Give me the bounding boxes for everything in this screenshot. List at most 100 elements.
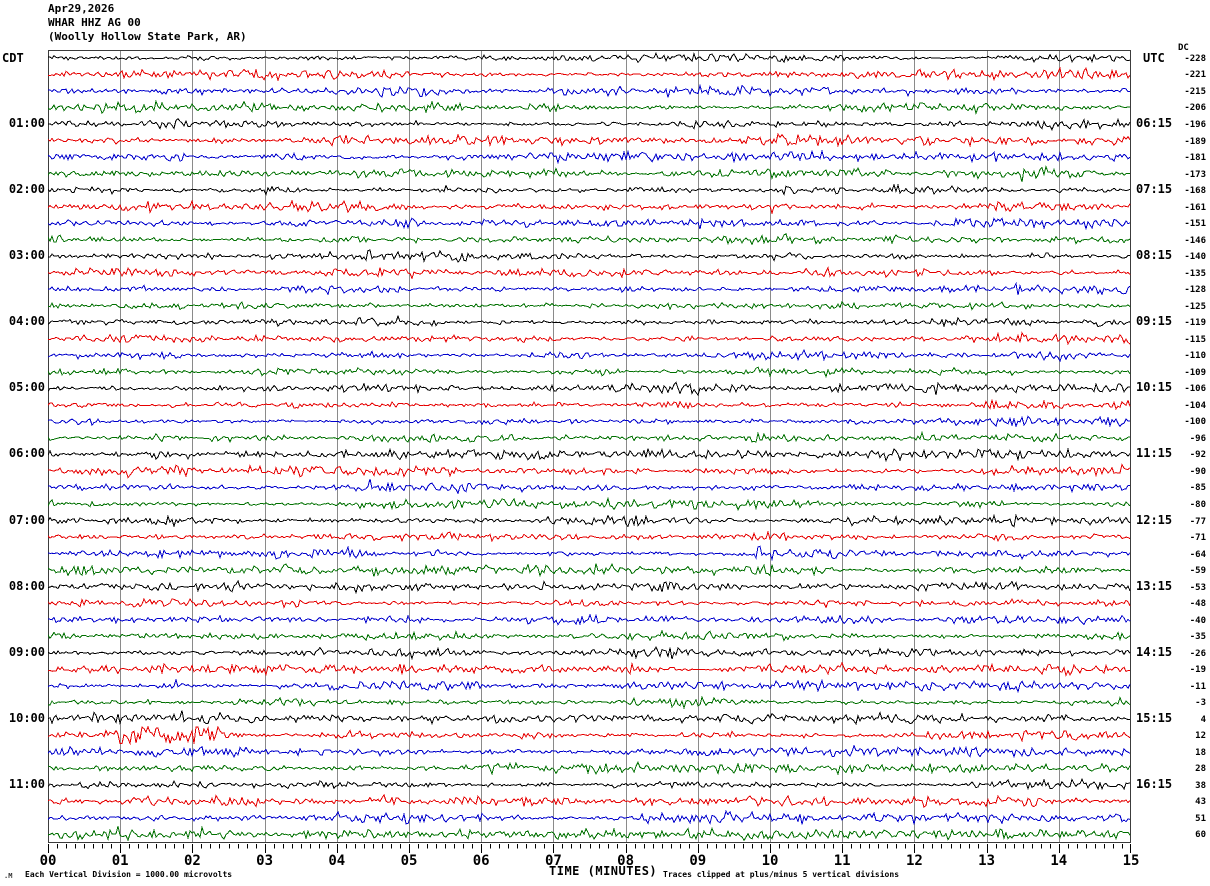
seismo-trace-row-26 [48,478,1131,495]
dc-value-row-1: -221 [1184,70,1206,80]
x-axis-ticks [48,844,1131,853]
dc-value-row-21: -104 [1184,401,1206,411]
seismo-trace-row-22 [48,415,1131,428]
dc-value-row-13: -135 [1184,269,1206,279]
dc-value-row-47: 60 [1195,830,1206,840]
cdt-label-1000: 10:00 [8,711,45,725]
dc-value-row-9: -161 [1184,203,1206,213]
minute-label-09: 09 [689,853,707,869]
dc-value-row-20: -106 [1184,384,1206,394]
seismo-trace-row-3 [48,99,1131,116]
dc-value-row-23: -96 [1189,434,1206,444]
minute-label-03: 03 [256,853,274,869]
seismo-trace-row-41 [48,725,1131,746]
seismo-trace-row-31 [48,563,1131,578]
minute-label-13: 13 [978,853,996,869]
seismo-trace-row-2 [48,83,1131,98]
x-axis-title: TIME (MINUTES) [549,864,658,878]
dc-value-row-19: -109 [1184,368,1206,378]
cdt-label-0800: 08:00 [8,579,45,593]
dc-value-row-36: -26 [1189,649,1206,659]
seismo-trace-row-34 [48,613,1131,626]
seismo-trace-row-7 [48,165,1131,183]
seismogram-plot-area [0,0,1210,886]
minute-label-01: 01 [111,853,129,869]
dc-value-row-26: -85 [1189,483,1206,493]
dc-value-row-34: -40 [1189,616,1206,626]
dc-value-row-15: -125 [1184,302,1206,312]
minute-label-14: 14 [1050,853,1068,869]
seismo-trace-row-32 [48,579,1131,595]
dc-value-row-27: -80 [1189,500,1206,510]
dc-value-row-6: -181 [1184,153,1206,163]
seismo-trace-row-6 [48,149,1131,165]
seismo-trace-row-37 [48,661,1131,677]
seismo-trace-row-8 [48,182,1131,196]
seismo-trace-row-35 [48,629,1131,642]
seismo-trace-row-4 [48,117,1131,131]
dc-value-row-31: -59 [1189,566,1206,576]
seismo-trace-row-10 [48,217,1131,231]
seismo-trace-row-45 [48,793,1131,808]
seismo-trace-row-38 [48,678,1131,694]
cdt-label-0200: 02:00 [8,182,45,196]
seismo-trace-row-42 [48,744,1131,759]
minute-label-12: 12 [905,853,923,869]
seismo-trace-row-16 [48,314,1131,328]
dc-value-row-10: -151 [1184,219,1206,229]
dc-value-row-35: -35 [1189,632,1206,642]
dc-value-row-43: 28 [1195,764,1206,774]
dc-value-row-16: -119 [1184,318,1206,328]
dc-value-row-41: 12 [1195,731,1206,741]
seismo-trace-row-24 [48,447,1131,463]
minute-label-11: 11 [833,853,851,869]
minute-label-06: 06 [472,853,490,869]
seismo-trace-row-9 [48,199,1131,215]
dc-value-row-37: -19 [1189,665,1206,675]
seismo-trace-row-1 [48,66,1131,82]
dc-value-row-29: -71 [1189,533,1206,543]
vertical-scale-note: Each Vertical Division = 1000.00 microvo… [25,870,233,879]
seismo-trace-row-23 [48,430,1130,443]
dc-value-row-0: -228 [1184,54,1206,64]
seismo-trace-row-43 [48,760,1131,776]
dc-value-row-12: -140 [1184,252,1206,262]
dc-value-row-18: -110 [1184,351,1206,361]
dc-value-row-30: -64 [1189,550,1206,560]
minute-label-04: 04 [328,853,346,869]
dc-value-row-24: -92 [1189,450,1206,460]
seismo-trace-row-47 [48,825,1131,842]
cdt-label-0500: 05:00 [8,380,45,394]
dc-value-row-17: -115 [1184,335,1206,345]
dc-value-row-25: -90 [1189,467,1206,477]
dc-value-row-45: 43 [1195,797,1206,807]
seismo-trace-row-25 [48,462,1131,479]
seismo-trace-row-5 [48,132,1131,148]
seismo-trace-row-18 [48,349,1131,363]
cdt-label-0700: 07:00 [8,513,45,527]
dc-value-row-44: 38 [1195,781,1206,791]
cdt-label-0600: 06:00 [8,446,45,460]
seismo-trace-row-28 [48,513,1131,528]
dc-value-row-5: -189 [1184,137,1206,147]
seismo-trace-row-39 [48,695,1131,710]
cdt-label-0100: 01:00 [8,116,45,130]
dc-value-row-46: 51 [1195,814,1206,824]
seismo-trace-row-40 [48,710,1131,725]
cdt-label-0900: 09:00 [8,645,45,659]
cdt-label-0400: 04:00 [8,314,45,328]
dc-value-row-32: -53 [1189,583,1206,593]
seismo-trace-row-14 [48,281,1131,296]
dc-value-row-4: -196 [1184,120,1206,130]
seismo-trace-row-15 [48,300,1131,311]
seismo-trace-row-46 [48,809,1131,826]
dc-value-row-7: -173 [1184,170,1206,180]
dc-value-row-11: -146 [1184,236,1206,246]
cdt-label-0300: 03:00 [8,248,45,262]
plot-border [48,50,1131,843]
dc-value-row-42: 18 [1195,748,1206,758]
seismo-trace-row-33 [48,597,1131,609]
dc-value-row-14: -128 [1184,285,1206,295]
minute-label-10: 10 [761,853,779,869]
dc-value-row-38: -11 [1189,682,1206,692]
